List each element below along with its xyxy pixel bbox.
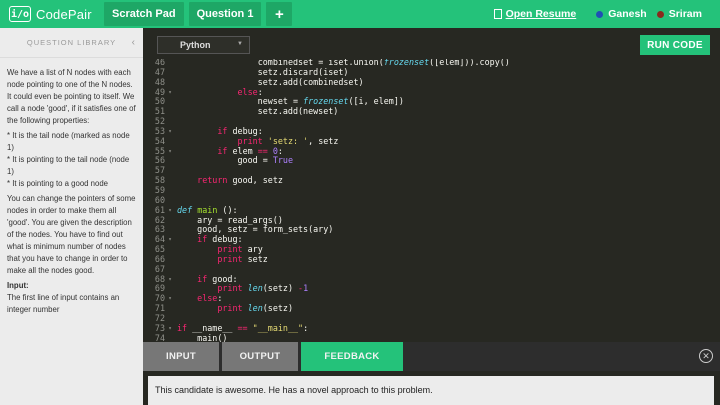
fold-arrow-icon[interactable]: ▾ [165,324,175,334]
code-line[interactable]: 74 main() [143,332,720,342]
fold-arrow-icon[interactable]: ▾ [165,127,175,137]
user-name: Ganesh [608,8,647,20]
code-line[interactable]: 51 setz.add(newset) [143,106,720,117]
fold-gutter [165,166,175,176]
logo-mark: i/o [9,6,31,22]
feedback-input[interactable]: This candidate is awesome. He has a nove… [148,376,714,405]
language-select[interactable]: Python ▼ [157,36,250,54]
fold-gutter [165,284,175,294]
code-line[interactable]: 71 print len(setz) [143,303,720,314]
code-line[interactable]: 58 return good, setz [143,175,720,186]
fold-gutter [165,196,175,206]
bottom-panel: INPUT OUTPUT FEEDBACK ✕ This candidate i… [143,342,720,405]
code-text: main() [177,332,228,342]
tab-feedback[interactable]: FEEDBACK [301,342,403,371]
tab-question-1[interactable]: Question 1 [188,2,262,26]
fold-gutter [165,68,175,78]
fold-gutter [165,137,175,147]
document-icon [493,9,502,19]
language-label: Python [180,40,211,50]
user-status-dot [596,10,604,18]
top-right-area: Open Resume Ganesh Sriram [493,0,702,28]
code-line[interactable]: 69 print len(setz) -1 [143,283,720,294]
fold-gutter [165,156,175,166]
code-text: good = True [177,155,293,166]
collapse-chevron-icon[interactable]: ‹ [132,37,136,48]
code-line[interactable]: 66 print setz [143,253,720,265]
code-line[interactable]: 73 ▾ if __name__ == "__main__": [143,323,720,334]
run-code-button[interactable]: RUN CODE [640,35,710,55]
open-resume-label: Open Resume [505,8,577,20]
sidebar-header: QUESTION LIBRARY ‹ [0,28,143,58]
question-bullet: * It is pointing to a good node [7,179,109,188]
fold-gutter [165,255,175,265]
fold-gutter [165,117,175,127]
fold-gutter [165,97,175,107]
fold-arrow-icon[interactable]: ▾ [165,88,175,98]
fold-arrow-icon[interactable]: ▾ [165,206,175,216]
fold-arrow-icon[interactable]: ▾ [165,275,175,285]
user-ganesh: Ganesh [596,8,647,20]
question-paragraph: You can change the pointers of some node… [7,194,136,275]
code-line[interactable]: 59 [143,185,720,196]
bottom-tabs: INPUT OUTPUT FEEDBACK ✕ [143,342,720,371]
logo-text: CodePair [36,6,92,22]
code-text: print len(setz) [217,303,294,314]
logo[interactable]: i/o CodePair [9,6,99,22]
top-bar: i/o CodePair Scratch Pad Question 1 + Op… [0,0,720,28]
fold-arrow-icon[interactable]: ▾ [165,235,175,245]
fold-arrow-icon[interactable]: ▾ [165,147,175,157]
code-text: print setz [217,253,268,264]
close-icon[interactable]: ✕ [699,349,713,363]
input-heading: Input: [7,281,29,290]
fold-gutter [165,107,175,117]
fold-gutter [165,245,175,255]
fold-gutter [165,314,175,324]
fold-gutter [165,186,175,196]
add-tab-button[interactable]: + [266,2,293,26]
fold-gutter [165,265,175,275]
editor-toolbar: Python ▼ RUN CODE [143,28,720,59]
user-status-dot [656,10,664,18]
question-paragraph: We have a list of N nodes with each node… [7,68,136,125]
question-bullet: * It is pointing to the tail node (node … [7,155,130,176]
code-text: setz.add(newset) [177,106,339,117]
line-number: 74 [154,332,165,342]
input-description: The first line of input contains an inte… [7,293,120,314]
code-text: return good, setz [197,175,283,186]
code-line[interactable]: 56 good = True [143,156,720,166]
open-resume-link[interactable]: Open Resume [493,8,577,20]
fold-gutter [165,216,175,226]
user-sriram: Sriram [656,8,702,20]
fold-gutter [165,225,175,235]
fold-gutter [165,78,175,88]
fold-gutter [165,176,175,186]
question-library-sidebar: QUESTION LIBRARY ‹ We have a list of N n… [0,28,143,405]
question-bullet: * It is the tail node (marked as node 1) [7,131,130,152]
sidebar-title: QUESTION LIBRARY [26,38,117,47]
tab-scratch-pad[interactable]: Scratch Pad [104,2,184,26]
code-area[interactable]: 46 combinedset = iset.union(frozenset([e… [143,57,720,342]
fold-gutter [165,304,175,314]
tab-output[interactable]: OUTPUT [222,342,298,371]
tab-input[interactable]: INPUT [143,342,219,371]
fold-arrow-icon[interactable]: ▾ [165,294,175,304]
dropdown-caret-icon: ▼ [237,41,243,47]
code-editor[interactable]: 46 combinedset = iset.union(frozenset([e… [143,28,720,342]
question-text: We have a list of N nodes with each node… [0,58,143,316]
user-name: Sriram [668,8,702,20]
fold-gutter [165,58,175,68]
fold-gutter [165,334,175,342]
